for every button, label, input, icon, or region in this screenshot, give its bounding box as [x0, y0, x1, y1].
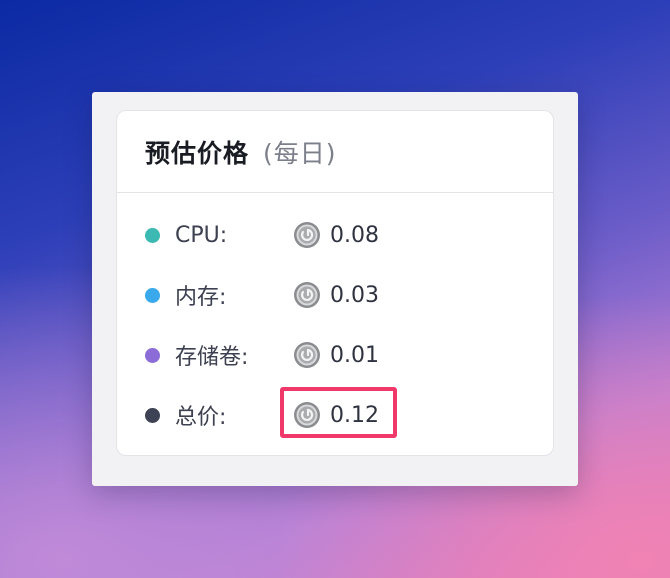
price-row-cpu: CPU: 0.08	[117, 215, 553, 255]
card-title: 预估价格	[145, 138, 250, 168]
price-row-storage: 存储卷: 0.01	[117, 335, 553, 375]
memory-indicator-dot	[145, 287, 160, 303]
storage-label: 存储卷:	[175, 345, 249, 370]
storage-indicator-dot	[145, 347, 160, 363]
coin-icon	[294, 222, 320, 248]
coin-icon	[294, 282, 320, 308]
storage-price: 0.01	[293, 341, 379, 369]
total-price-highlight-box	[280, 387, 397, 438]
total-indicator-dot	[145, 407, 160, 423]
price-row-memory: 内存: 0.03	[117, 275, 553, 315]
cpu-label: CPU:	[175, 222, 228, 248]
memory-price: 0.03	[293, 281, 379, 309]
total-label: 总价:	[175, 405, 227, 430]
cpu-indicator-dot	[145, 227, 160, 243]
card-subtitle: (每日)	[263, 138, 337, 168]
memory-price-value: 0.03	[330, 282, 379, 308]
cpu-price-value: 0.08	[330, 222, 379, 248]
coin-icon	[294, 342, 320, 368]
memory-label: 内存:	[175, 285, 227, 310]
storage-price-value: 0.01	[330, 342, 379, 368]
card-header: 预估价格 (每日)	[117, 111, 553, 193]
cpu-price: 0.08	[293, 221, 379, 249]
